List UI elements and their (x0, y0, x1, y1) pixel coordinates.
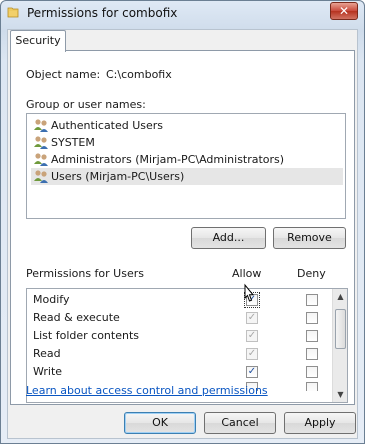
permission-name: Read & execute (33, 311, 120, 324)
ok-button[interactable]: OK (124, 412, 196, 434)
close-button[interactable]: ✕ (330, 2, 358, 20)
users-icon (34, 170, 48, 183)
tab-security[interactable]: Security (10, 30, 66, 52)
deny-read-execute-checkbox[interactable] (306, 312, 318, 324)
remove-button[interactable]: Remove (273, 227, 346, 249)
group-list[interactable]: Authenticated Users SYSTEM Administrator… (26, 113, 346, 219)
permission-row-write: Write ✓ (27, 363, 332, 381)
allow-list-folder-checkbox[interactable]: ✓ (246, 330, 258, 342)
allow-column-header: Allow (232, 267, 262, 280)
allow-write-checkbox[interactable]: ✓ (246, 366, 258, 378)
access-control-help-link[interactable]: Learn about access control and permissio… (26, 384, 268, 397)
deny-column-header: Deny (297, 267, 326, 280)
deny-modify-checkbox[interactable] (306, 294, 318, 306)
permissions-dialog: Permissions for combofix ✕ Security Obje… (0, 0, 365, 444)
list-item-label: SYSTEM (51, 136, 95, 149)
users-icon (34, 153, 48, 166)
permission-name: Modify (33, 293, 70, 306)
permission-name: Write (33, 365, 63, 378)
list-item-label: Administrators (Mirjam-PC\Administrators… (51, 153, 285, 166)
scroll-down-icon[interactable]: ▼ (333, 387, 348, 402)
allow-read-checkbox[interactable]: ✓ (246, 348, 258, 360)
group-names-label: Group or user names: (26, 98, 146, 111)
object-name-label: Object name: (26, 68, 101, 81)
allow-read-execute-checkbox[interactable]: ✓ (246, 312, 258, 324)
object-name-value: C:\combofix (106, 68, 172, 81)
deny-partial-checkbox[interactable] (306, 382, 318, 391)
users-icon (34, 136, 48, 149)
cancel-button[interactable]: Cancel (204, 412, 276, 434)
list-item-users[interactable]: Users (Mirjam-PC\Users) (31, 168, 343, 185)
permission-row-modify: Modify ✓ (27, 291, 332, 309)
permissions-scrollbar[interactable]: ▲ ▼ (332, 289, 347, 402)
list-item-label: Authenticated Users (51, 119, 164, 132)
list-item-system[interactable]: SYSTEM (31, 134, 343, 151)
list-item-authenticated-users[interactable]: Authenticated Users (31, 117, 343, 134)
permissions-label: Permissions for Users (26, 267, 144, 280)
permission-row-read: Read ✓ (27, 345, 332, 363)
security-panel: Object name: C:\combofix Group or user n… (10, 50, 355, 405)
apply-button[interactable]: Apply (284, 412, 356, 434)
list-item-label: Users (Mirjam-PC\Users) (51, 170, 185, 183)
add-button[interactable]: Add... (191, 227, 266, 249)
dialog-body: Security Object name: C:\combofix Group … (7, 29, 358, 439)
permission-name: List folder contents (33, 329, 139, 342)
folder-icon (7, 7, 19, 18)
deny-list-folder-checkbox[interactable] (306, 330, 318, 342)
scroll-thumb[interactable] (335, 309, 346, 349)
list-item-administrators[interactable]: Administrators (Mirjam-PC\Administrators… (31, 151, 343, 168)
permission-name: Read (33, 347, 61, 360)
title-bar[interactable]: Permissions for combofix ✕ (1, 1, 364, 25)
permission-row-read-execute: Read & execute ✓ (27, 309, 332, 327)
window-title: Permissions for combofix (27, 6, 178, 20)
users-icon (34, 119, 48, 132)
scroll-up-icon[interactable]: ▲ (333, 289, 348, 304)
deny-write-checkbox[interactable] (306, 366, 318, 378)
deny-read-checkbox[interactable] (306, 348, 318, 360)
permission-row-list-folder: List folder contents ✓ (27, 327, 332, 345)
mouse-pointer-icon (244, 283, 255, 302)
